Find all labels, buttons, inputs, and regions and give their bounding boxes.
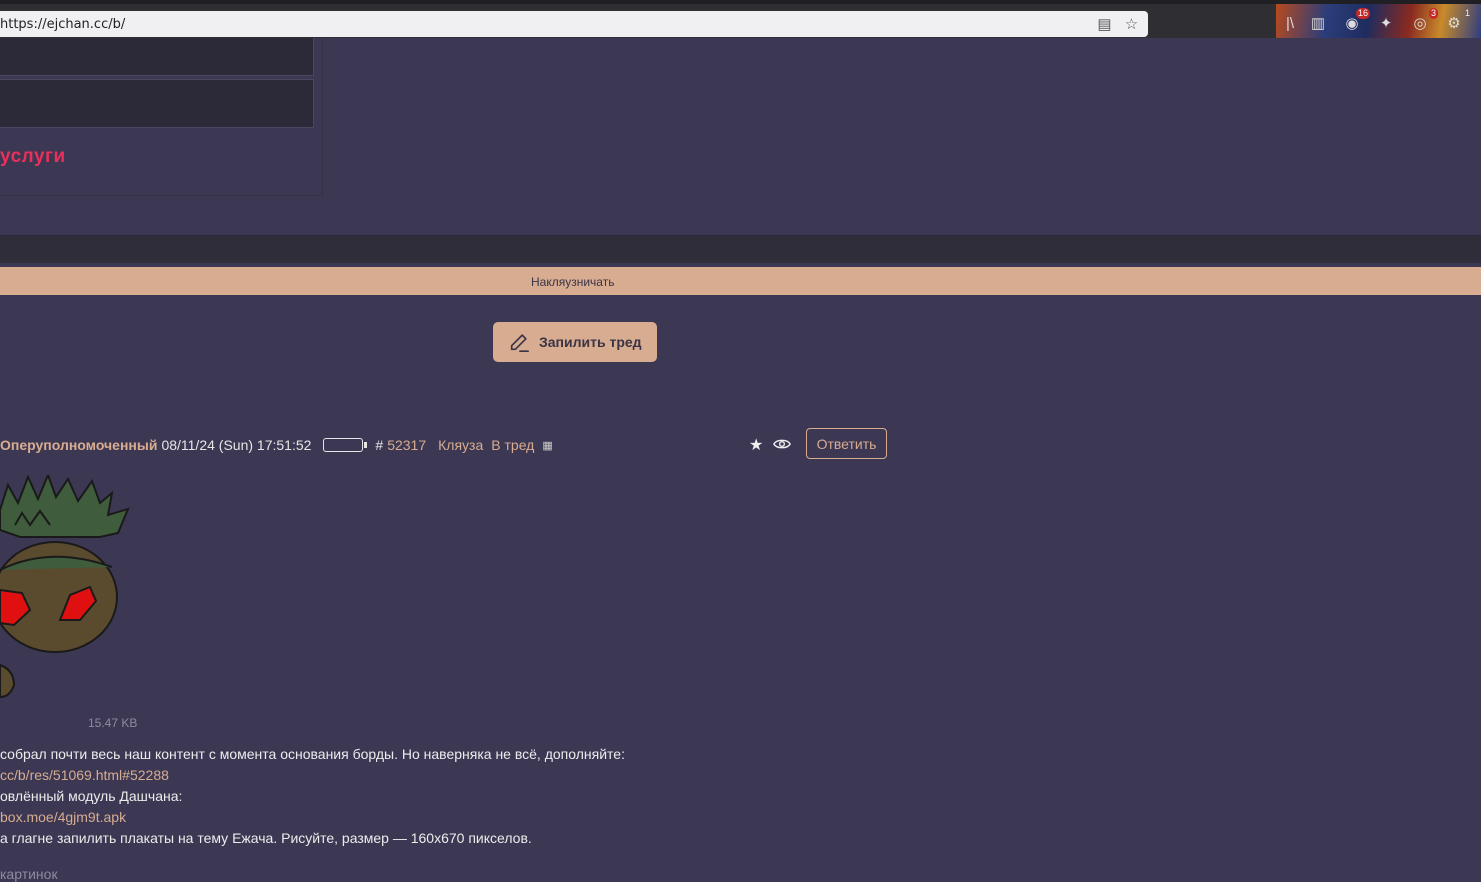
extension-red-badge: 3 xyxy=(1428,8,1438,19)
reply-button[interactable]: Ответить xyxy=(806,428,887,459)
browser-toolbar: https://ejchan.cc/b/ ▤ ☆ xyxy=(0,4,1481,38)
url-text[interactable]: https://ejchan.cc/b/ xyxy=(0,17,125,32)
reader-view-icon[interactable]: ▤ xyxy=(1096,15,1113,33)
extension-gear-icon[interactable]: ⚙ 1 xyxy=(1444,8,1470,33)
extension-blue-icon[interactable]: ✦ xyxy=(1376,13,1396,33)
post-message: собрал почти весь наш контент с момента … xyxy=(0,744,625,849)
message-link[interactable]: cc/b/res/51069.html#52288 xyxy=(0,767,169,783)
services-link[interactable]: услуги xyxy=(0,146,66,168)
sidebar-icon[interactable]: ▥ xyxy=(1308,13,1328,33)
extension-gear-badge: 1 xyxy=(1464,8,1470,18)
poster-name: Оперуполномоченный xyxy=(0,437,158,453)
create-thread-label: Запилить тред xyxy=(539,334,642,350)
library-icon[interactable]: |\ xyxy=(1280,13,1300,33)
post-header: Оперуполномоченный 08/11/24 (Sun) 17:51:… xyxy=(0,436,553,454)
message-link[interactable]: box.moe/4gjm9t.apk xyxy=(0,809,126,825)
battery-icon xyxy=(323,438,368,452)
post-image[interactable] xyxy=(0,475,135,705)
address-bar[interactable]: https://ejchan.cc/b/ ▤ ☆ xyxy=(0,11,1148,37)
ublock-badge: 16 xyxy=(1355,8,1370,19)
board-nav-row[interactable] xyxy=(0,38,314,76)
create-thread-button[interactable]: Запилить тред xyxy=(493,322,657,362)
post-hash: # xyxy=(375,437,384,453)
extension-red-icon[interactable]: ◎ 3 xyxy=(1410,8,1438,33)
qr-icon[interactable]: ▦ xyxy=(542,439,552,452)
ublock-icon[interactable]: ◉ 16 xyxy=(1342,8,1370,33)
message-line: собрал почти весь наш контент с момента … xyxy=(0,746,625,762)
extensions-area: |\ ▥ ◉ 16 ✦ ◎ 3 ⚙ 1 xyxy=(1276,4,1481,38)
images-toggle[interactable]: картинок xyxy=(0,866,58,882)
separator-strip xyxy=(0,235,1481,263)
board-nav-row[interactable] xyxy=(0,79,314,128)
star-icon[interactable]: ★ xyxy=(749,435,763,455)
report-link[interactable]: Кляуза xyxy=(438,437,483,453)
thread-link[interactable]: В тред xyxy=(491,437,534,453)
bookmark-star-icon[interactable]: ☆ xyxy=(1123,15,1140,33)
post-date: 08/11/24 (Sun) 17:51:52 xyxy=(161,437,312,453)
message-line: а глагне запилить плакаты на тему Ежача.… xyxy=(0,830,532,846)
post-number-link[interactable]: 52317 xyxy=(387,437,426,453)
eye-icon[interactable] xyxy=(773,437,791,451)
file-size: 15.47 KB xyxy=(88,716,138,730)
pencil-icon xyxy=(510,334,529,352)
report-banner[interactable]: Накляузничать xyxy=(0,267,1481,295)
report-banner-text[interactable]: Накляузничать xyxy=(531,275,614,289)
message-line: овлённый модуль Дашчана: xyxy=(0,788,183,804)
